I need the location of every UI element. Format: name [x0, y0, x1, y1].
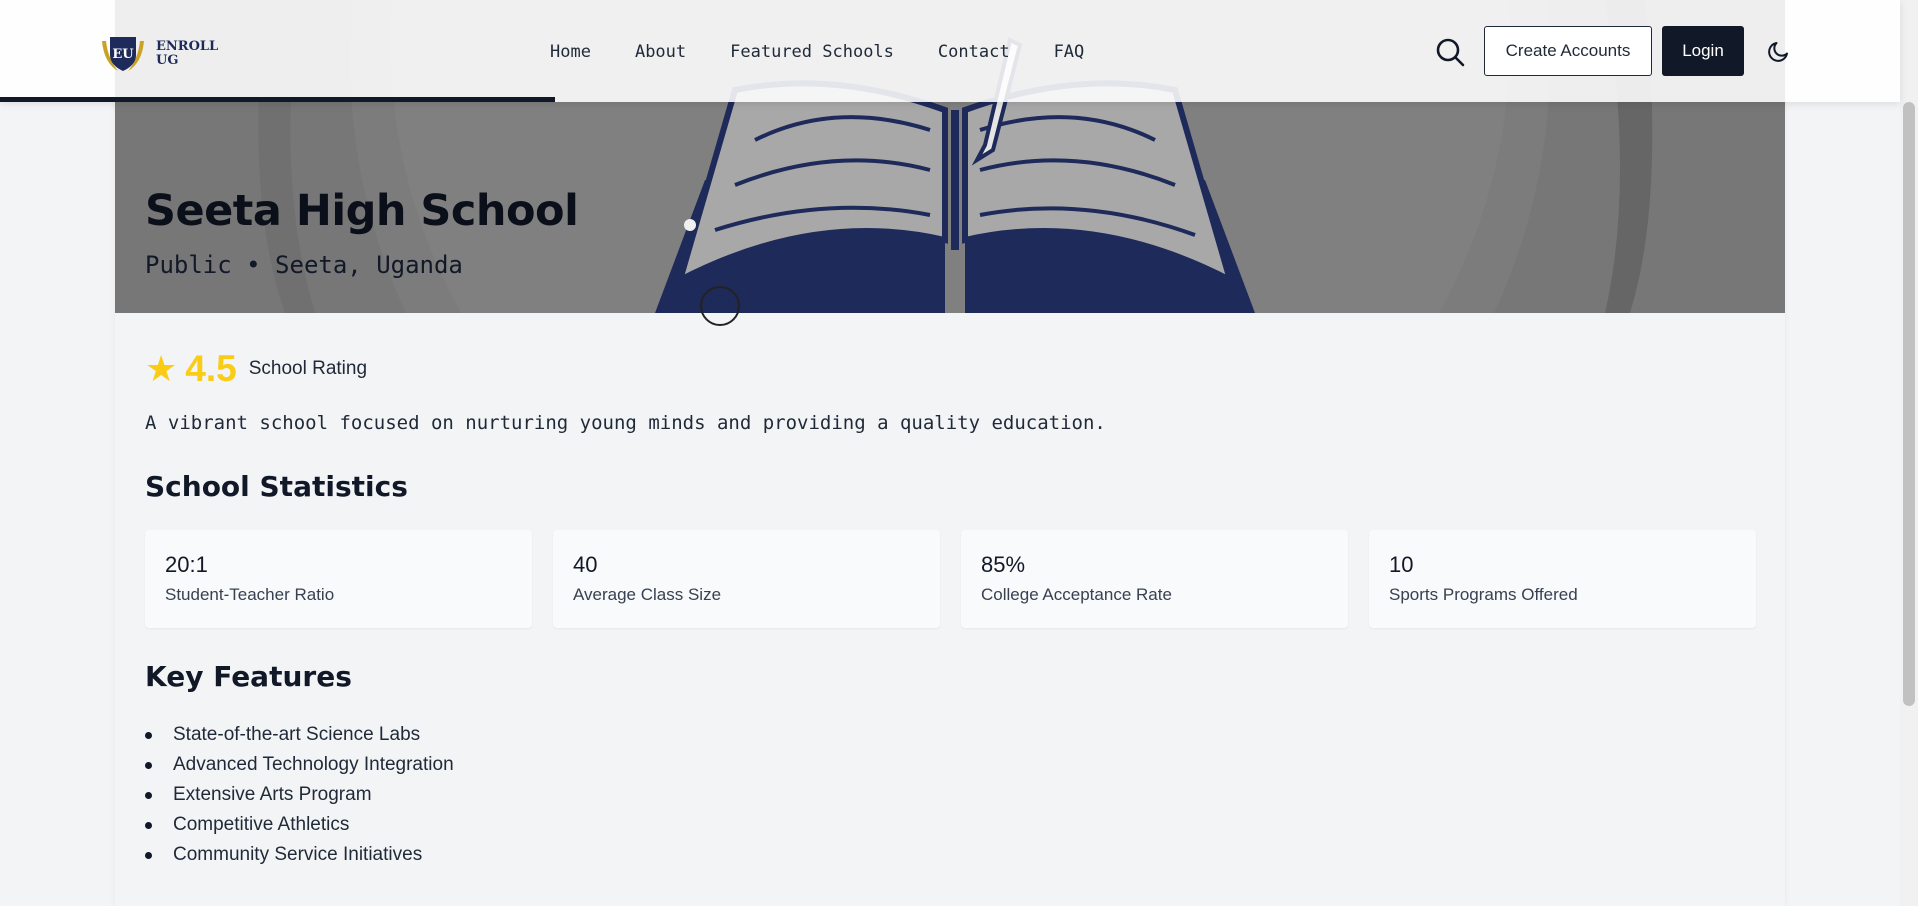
nav-featured-schools[interactable]: Featured Schools — [730, 42, 894, 62]
key-features-heading: Key Features — [145, 660, 352, 693]
stat-card: 20:1 Student-Teacher Ratio — [145, 530, 532, 628]
stat-value: 20:1 — [165, 552, 208, 577]
svg-text:UG: UG — [156, 53, 178, 68]
create-accounts-button[interactable]: Create Accounts — [1484, 26, 1652, 76]
list-item: State-of-the-art Science Labs — [145, 720, 454, 750]
search-icon[interactable] — [1434, 36, 1466, 68]
statistics-grid: 20:1 Student-Teacher Ratio 40 Average Cl… — [145, 530, 1756, 628]
list-item: Extensive Arts Program — [145, 780, 454, 810]
scroll-progress-bar — [0, 97, 555, 102]
school-description: A vibrant school focused on nurturing yo… — [145, 412, 1106, 434]
stat-label: College Acceptance Rate — [981, 585, 1172, 604]
stat-card: 40 Average Class Size — [553, 530, 940, 628]
nav-contact[interactable]: Contact — [938, 42, 1010, 62]
stat-label: Sports Programs Offered — [1389, 585, 1578, 604]
enroll-ug-logo[interactable]: EU ENROLL UG — [98, 33, 220, 73]
rating-value: 4.5 — [185, 348, 237, 389]
list-item: Community Service Initiatives — [145, 840, 454, 870]
list-item: Advanced Technology Integration — [145, 750, 454, 780]
stat-card: 10 Sports Programs Offered — [1369, 530, 1756, 628]
key-features-list: State-of-the-art Science Labs Advanced T… — [145, 720, 454, 870]
login-button[interactable]: Login — [1662, 26, 1744, 76]
nav-home[interactable]: Home — [550, 42, 591, 62]
stat-label: Average Class Size — [573, 585, 722, 604]
moon-icon[interactable] — [1766, 38, 1792, 64]
statistics-heading: School Statistics — [145, 470, 408, 503]
stat-value: 40 — [573, 552, 598, 577]
nav-about[interactable]: About — [635, 42, 686, 62]
star-icon: ★ — [145, 348, 178, 389]
school-type-location: Public • Seeta, Uganda — [145, 251, 463, 279]
stat-card: 85% College Acceptance Rate — [961, 530, 1348, 628]
stat-value: 85% — [981, 552, 1026, 577]
svg-text:ENROLL: ENROLL — [156, 39, 218, 54]
stat-value: 10 — [1389, 552, 1414, 577]
rating-label: School Rating — [248, 358, 368, 379]
school-name: Seeta High School — [145, 186, 579, 236]
page-scrollbar[interactable] — [1900, 0, 1918, 906]
shield-logo-icon: EU ENROLL UG — [102, 37, 218, 71]
main-nav: Home About Featured Schools Contact FAQ — [550, 42, 1128, 62]
scrollbar-thumb[interactable] — [1903, 102, 1915, 706]
school-rating: ★ 4.5 School Rating — [145, 348, 367, 390]
nav-faq[interactable]: FAQ — [1054, 42, 1085, 62]
stat-label: Student-Teacher Ratio — [165, 585, 335, 604]
top-navigation-bar: EU ENROLL UG Home About Featured Schools… — [0, 0, 1900, 102]
list-item: Competitive Athletics — [145, 810, 454, 840]
cursor-indicator — [700, 286, 740, 326]
svg-text:EU: EU — [112, 47, 134, 62]
